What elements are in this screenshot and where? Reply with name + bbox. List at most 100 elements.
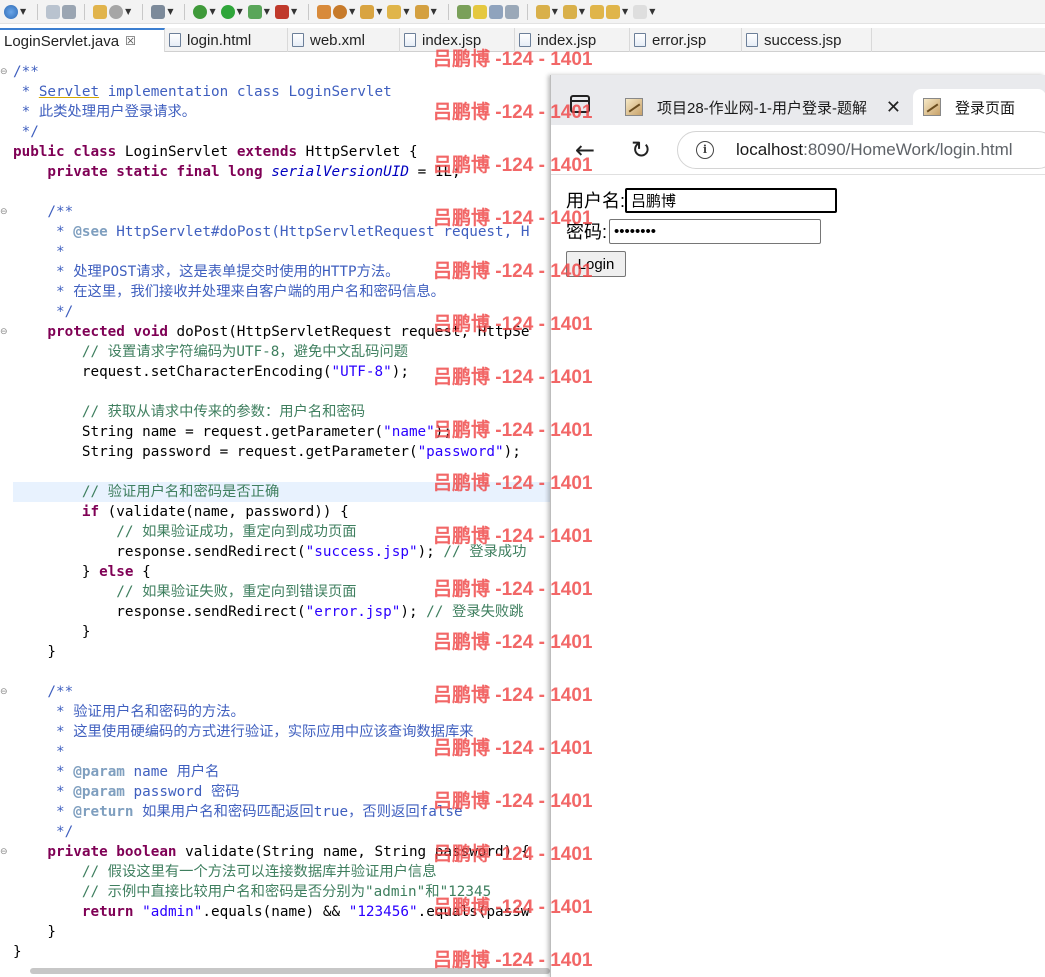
new-wizard-icon[interactable] [93,3,108,21]
editor-tab-login-html[interactable]: login.html [165,28,288,52]
fold-toggle-icon[interactable]: ⊖ [0,847,10,857]
code-line: // 如果验证成功，重定向到成功页面 [13,524,357,540]
external-tools-icon[interactable]: ▼ [274,3,300,21]
open-folder-icon[interactable] [46,3,61,21]
editor-tab-label: index.jsp [422,31,482,49]
fold-toggle-icon[interactable]: ⊖ [0,207,10,217]
code-line: */ [13,824,74,840]
code-line: * 此类处理用户登录请求。 [13,104,197,120]
code-line: } else { [13,564,151,580]
code-line: * @param password 密码 [13,784,240,800]
code-line: // 设置请求字符编码为UTF-8，避免中文乱码问题 [13,344,409,360]
forward-icon[interactable]: ▼ [633,3,658,21]
code-line: /** [13,64,39,80]
code-line: // 示例中直接比较用户名和密码是否分别为"admin"和"12345 [13,884,492,900]
url-text: localhost:8090/HomeWork/login.html [736,140,1013,159]
code-line: public class LoginServlet extends HttpSe… [13,144,418,160]
eclipse-toolbar: ▼ ▼ ▼ ▼ ▼ ▼ ▼ ▼ ▼ ▼ ▼ ▼ ▼ ▼ ▼ [0,0,1045,24]
run-config-icon[interactable]: ▼ [247,3,273,21]
show-whitespace-icon[interactable] [472,3,487,21]
mark-occurrences-icon[interactable]: ▼ [414,3,440,21]
editor-tab-index-jsp-2[interactable]: index.jsp [515,28,630,52]
code-line: private static final long serialVersionU… [13,164,461,180]
site-favicon-icon [625,98,643,116]
globe-icon[interactable]: ▼ [4,3,29,21]
jsp-file-icon [519,33,531,47]
login-button[interactable]: Login [566,251,626,277]
browser-tab-title: 项目28-作业网-1-用户登录-题解 [657,99,868,117]
login-page: 用户名: 密码: Login [551,175,1045,977]
paragraph-icon[interactable] [504,3,519,21]
run-icon[interactable]: ▼ [220,3,246,21]
browser-tab-solution[interactable]: 项目28-作业网-1-用户登录-题解 ✕ [615,89,915,125]
tab-actions-icon[interactable] [570,95,590,113]
fold-toggle-icon[interactable]: ⊖ [0,67,10,77]
xml-file-icon [292,33,304,47]
new-package-icon[interactable]: ▼ [333,3,358,21]
password-row: 密码: [566,218,822,244]
code-line: // 假设这里有一个方法可以连接数据库并验证用户信息 [13,864,437,880]
code-line: String password = request.getParameter("… [13,444,521,460]
site-info-icon[interactable]: i [696,141,714,159]
back-icon[interactable]: ▼ [606,3,631,21]
code-line: /** [13,204,74,220]
editor-tab-index-jsp[interactable]: index.jsp [400,28,515,52]
code-line: * 验证用户名和密码的方法。 [13,704,245,720]
code-line: response.sendRedirect("success.jsp"); //… [13,544,527,560]
close-icon[interactable]: ☒ [125,34,136,48]
toggle-breadcrumb-icon[interactable] [456,3,471,21]
code-line: * @return 如果用户名和密码匹配返回true，否则返回false [13,804,463,820]
code-line: * Servlet implementation class LoginServ… [13,84,392,100]
block-selection-icon[interactable] [488,3,503,21]
search-icon[interactable]: ▼ [387,3,412,21]
editor-tab-label: login.html [187,31,252,49]
code-line: * 这里使用硬编码的方式进行验证，实际应用中应该查询数据库来 [13,724,474,740]
fold-toggle-icon[interactable]: ⊖ [0,327,10,337]
code-line: } [13,644,57,660]
refresh-icon[interactable]: ↻ [628,137,654,163]
back-arrow-icon[interactable]: ← [572,137,598,163]
open-type-icon[interactable]: ▼ [151,3,176,21]
code-line: /** [13,684,74,700]
last-edit-icon[interactable] [590,3,605,21]
debug-icon[interactable]: ▼ [193,3,218,21]
editor-tab-web-xml[interactable]: web.xml [288,28,400,52]
code-line: String name = request.getParameter("name… [13,424,452,440]
code-line: */ [13,304,74,320]
next-annotation-icon[interactable]: ▼ [535,3,561,21]
username-label: 用户名: [566,191,626,211]
code-line: } [13,944,22,960]
file-icon [169,33,181,47]
username-input[interactable] [625,187,838,213]
jsp-file-icon [746,33,758,47]
print-icon[interactable] [62,3,77,21]
fold-toggle-icon[interactable]: ⊖ [0,687,10,697]
editor-tab-success-jsp[interactable]: success.jsp [742,28,872,52]
browser-tab-login[interactable]: 登录页面 [913,89,1045,125]
browser-window: 项目28-作业网-1-用户登录-题解 ✕ 登录页面 ← ↻ i localhos… [550,75,1045,977]
password-label: 密码: [566,222,608,242]
code-line: } [13,624,91,640]
horizontal-scrollbar[interactable] [30,968,550,974]
code-line: // 如果验证失败，重定向到错误页面 [13,584,357,600]
browser-nav-bar: ← ↻ i localhost:8090/HomeWork/login.html [551,125,1045,175]
code-line: */ [13,124,39,140]
address-bar[interactable]: i localhost:8090/HomeWork/login.html [677,131,1045,169]
password-input[interactable] [609,218,822,244]
editor-tab-loginservlet[interactable]: LoginServlet.java ☒ [0,28,165,52]
prev-annotation-icon[interactable]: ▼ [562,3,588,21]
code-line: } [13,924,57,940]
code-line: // 获取从请求中传来的参数：用户名和密码 [13,404,366,420]
new-java-project-icon[interactable] [317,3,332,21]
editor-tab-error-jsp[interactable]: error.jsp [630,28,742,52]
code-line: * 处理POST请求，这是表单提交时使用的HTTP方法。 [13,264,400,280]
java-code-editor[interactable]: ⊖ /** * Servlet implementation class Log… [0,62,550,962]
username-row: 用户名: [566,187,838,213]
close-tab-icon[interactable]: ✕ [886,97,901,118]
code-line: private boolean validate(String name, St… [13,844,530,860]
code-line: * [13,244,65,260]
editor-tab-label: success.jsp [764,31,842,49]
publish-icon[interactable]: ▼ [109,3,134,21]
site-favicon-icon [923,98,941,116]
open-task-icon[interactable]: ▼ [360,3,385,21]
